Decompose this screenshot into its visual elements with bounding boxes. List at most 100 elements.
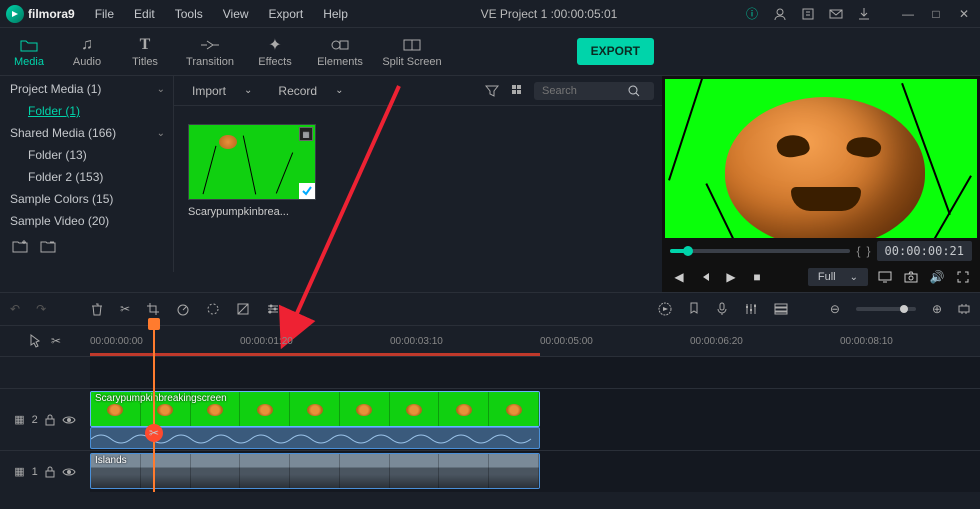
thumbnail-label: Scarypumpkinbrea... [188, 206, 316, 218]
menu-edit[interactable]: Edit [126, 4, 163, 24]
folder-icon [20, 36, 38, 54]
splitscreen-icon [403, 36, 421, 54]
marker-icon[interactable] [688, 302, 700, 316]
sidebar-item-label: Sample Colors (15) [10, 192, 113, 206]
display-settings-icon[interactable] [876, 268, 894, 286]
undo-icon[interactable]: ↶ [10, 302, 20, 316]
info-icon[interactable]: ⓘ [742, 4, 762, 24]
tab-label: Titles [132, 56, 158, 68]
track-type-icon: ▦ [14, 465, 24, 478]
tab-transition[interactable]: Transition [174, 28, 246, 75]
menu-view[interactable]: View [215, 4, 257, 24]
manage-tracks-icon[interactable] [774, 303, 788, 315]
playhead[interactable] [153, 326, 155, 492]
slider-knob[interactable] [683, 246, 693, 256]
redo-icon[interactable]: ↷ [36, 302, 46, 316]
brace-right[interactable]: } [867, 244, 871, 258]
preview-quality-dropdown[interactable]: Full⌄ [808, 268, 868, 286]
blade-tool-icon[interactable]: ✂ [51, 334, 61, 348]
remove-folder-icon[interactable] [38, 236, 58, 256]
preview-canvas[interactable] [665, 79, 977, 238]
crop-icon[interactable] [146, 302, 160, 316]
preview-slider[interactable]: { } 00:00:00:21 [662, 241, 980, 262]
adjust-icon[interactable] [266, 302, 280, 316]
close-button[interactable]: ✕ [954, 4, 974, 24]
ruler-tick: 00:00:03:10 [390, 336, 443, 347]
new-folder-icon[interactable] [10, 236, 30, 256]
sidebar-item-folder1[interactable]: Folder (1) [0, 100, 173, 122]
snapshot-icon[interactable] [902, 268, 920, 286]
timeline-gap [0, 356, 980, 388]
ruler-tick: 00:00:05:00 [540, 336, 593, 347]
stop-icon[interactable]: ■ [748, 268, 766, 286]
menu-export[interactable]: Export [261, 4, 312, 24]
sidebar-item-folder13[interactable]: Folder (13) [0, 144, 173, 166]
lock-icon[interactable] [45, 466, 55, 478]
sidebar-item-folder2[interactable]: Folder 2 (153) [0, 166, 173, 188]
color-icon[interactable] [206, 302, 220, 316]
chevron-down-icon: ⌄ [335, 85, 343, 96]
zoom-fit-icon[interactable] [958, 303, 970, 315]
split-marker-icon[interactable]: ✂ [145, 424, 163, 442]
split-icon[interactable]: ✂ [120, 302, 130, 316]
music-icon: ♫ [81, 36, 93, 54]
visibility-icon[interactable] [62, 415, 76, 425]
prev-frame-icon[interactable]: ◀ [670, 268, 688, 286]
sidebar-item-project-media[interactable]: Project Media (1) ⌄ [0, 78, 173, 100]
step-back-icon[interactable] [696, 268, 714, 286]
tab-media[interactable]: Media [0, 28, 58, 75]
sidebar-item-sample-colors[interactable]: Sample Colors (15) [0, 188, 173, 210]
account-icon[interactable] [770, 4, 790, 24]
sidebar-item-sample-video[interactable]: Sample Video (20) [0, 210, 173, 232]
sidebar-item-shared-media[interactable]: Shared Media (166) ⌄ [0, 122, 173, 144]
greenscreen-icon[interactable] [236, 302, 250, 316]
menu-tools[interactable]: Tools [167, 4, 211, 24]
render-icon[interactable] [658, 302, 672, 316]
export-button[interactable]: EXPORT [577, 38, 654, 65]
menu-help[interactable]: Help [315, 4, 356, 24]
brace-left[interactable]: { [856, 244, 860, 258]
mixer-icon[interactable] [744, 303, 758, 315]
download-icon[interactable] [854, 4, 874, 24]
maximize-button[interactable]: □ [926, 4, 946, 24]
delete-icon[interactable] [90, 302, 104, 316]
voiceover-icon[interactable] [716, 302, 728, 316]
clip-islands[interactable]: Islands [90, 453, 540, 489]
feedback-icon[interactable] [798, 4, 818, 24]
tab-audio[interactable]: ♫ Audio [58, 28, 116, 75]
minimize-button[interactable]: — [898, 4, 918, 24]
menu-file[interactable]: File [87, 4, 122, 24]
tab-effects[interactable]: ✦ Effects [246, 28, 304, 75]
play-icon[interactable]: ▶ [722, 268, 740, 286]
filter-icon[interactable] [482, 81, 502, 101]
tab-label: Audio [73, 56, 101, 68]
menubar: File Edit Tools View Export Help [87, 4, 356, 24]
chevron-down-icon: ⌄ [244, 85, 252, 96]
record-dropdown[interactable]: Record⌄ [268, 81, 353, 101]
lock-icon[interactable] [45, 414, 55, 426]
search-box[interactable] [534, 82, 654, 100]
import-dropdown[interactable]: Import⌄ [182, 81, 262, 101]
fullscreen-icon[interactable] [954, 268, 972, 286]
zoom-slider[interactable] [856, 307, 916, 311]
visibility-icon[interactable] [62, 467, 76, 477]
tab-elements[interactable]: Elements [304, 28, 376, 75]
ruler-tick: 00:00:08:10 [840, 336, 893, 347]
speed-icon[interactable] [176, 302, 190, 316]
tab-titles[interactable]: T Titles [116, 28, 174, 75]
zoom-in-icon[interactable]: ⊕ [932, 302, 942, 316]
pointer-tool-icon[interactable] [29, 334, 41, 348]
zoom-out-icon[interactable]: ⊖ [830, 302, 840, 316]
grid-view-icon[interactable] [508, 81, 528, 101]
tab-splitscreen[interactable]: Split Screen [376, 28, 448, 75]
timeline-ruler[interactable]: 00:00:00:00 00:00:01:20 00:00:03:10 00:0… [90, 326, 980, 356]
playhead-handle[interactable] [148, 318, 160, 330]
clip-scarypumpkin[interactable]: Scarypumpkinbreakingscreen [90, 391, 540, 427]
message-icon[interactable] [826, 4, 846, 24]
media-thumbnail[interactable]: ▦ Scarypumpkinbrea... [188, 124, 316, 218]
timeline-track-1: ▦ 1 Islands [0, 450, 980, 492]
track-header-2: ▦ 2 [0, 389, 90, 450]
tab-label: Media [14, 56, 44, 68]
search-input[interactable] [542, 85, 622, 97]
volume-icon[interactable]: 🔊 [928, 268, 946, 286]
